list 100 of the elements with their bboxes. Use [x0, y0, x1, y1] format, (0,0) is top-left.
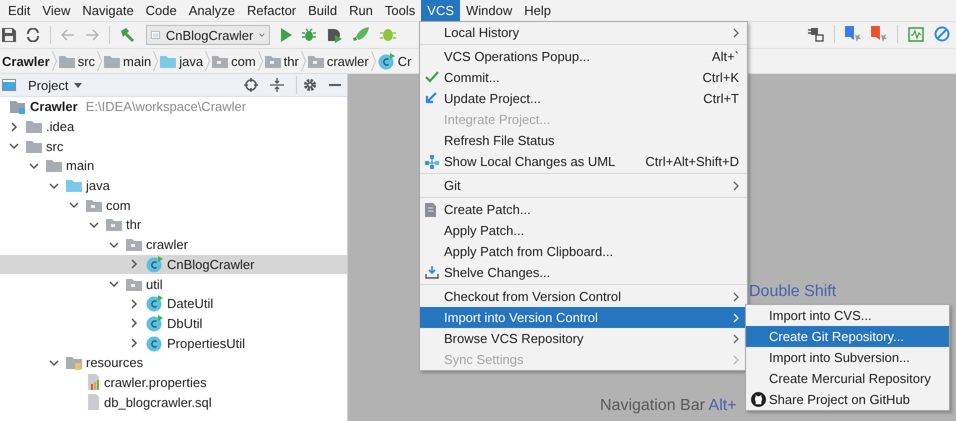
breadcrumb-item[interactable]: com: [210, 49, 258, 73]
menu-item[interactable]: Create Mercurial Repository: [746, 368, 949, 389]
tree-item[interactable]: DateUtil: [0, 294, 347, 314]
tree-item[interactable]: crawler.properties: [0, 372, 347, 392]
menu-item[interactable]: Edit: [2, 0, 36, 21]
coverage-icon[interactable]: [326, 28, 342, 42]
breadcrumb-item[interactable]: thr: [262, 49, 301, 73]
chevron-down-icon[interactable]: [49, 180, 59, 191]
menu-item[interactable]: Commit... Ctrl+K: [420, 67, 747, 88]
menu-item[interactable]: Local History: [420, 22, 747, 43]
menu-item[interactable]: Help: [518, 0, 558, 21]
tree-item[interactable]: Crawler E:\IDEA\workspace\Crawler: [0, 97, 347, 117]
chevron-down-icon[interactable]: [49, 358, 59, 368]
tree-item[interactable]: thr: [0, 215, 347, 235]
file-icon: [86, 394, 100, 410]
menu-item[interactable]: Update Project... Ctrl+T: [420, 88, 747, 109]
chevron-right-icon: [153, 50, 158, 72]
chevron-down-icon[interactable]: [89, 220, 99, 230]
tree-item[interactable]: util: [0, 274, 347, 294]
bug-icon[interactable]: [302, 28, 316, 42]
menu-item[interactable]: Apply Patch...: [420, 220, 747, 241]
tree-item[interactable]: .idea: [0, 116, 347, 136]
settings-icon[interactable]: [303, 78, 317, 92]
panel-title[interactable]: Project: [28, 78, 68, 92]
menu-item[interactable]: Shelve Changes...: [420, 262, 747, 283]
chevron-right-icon: [733, 292, 739, 302]
tree-item[interactable]: java: [0, 176, 347, 196]
run-icon[interactable]: [280, 28, 292, 42]
chevron-right-icon[interactable]: [129, 318, 139, 328]
breadcrumb-item[interactable]: src: [56, 49, 98, 73]
menu-item[interactable]: Apply Patch from Clipboard...: [420, 241, 747, 262]
chevron-right-icon: [733, 334, 739, 344]
no-sign-icon[interactable]: [934, 26, 950, 42]
menu-item[interactable]: VCS Operations Popup... Alt+`: [420, 46, 747, 67]
menu-item[interactable]: Build: [302, 0, 344, 21]
breadcrumb-item[interactable]: java: [158, 49, 206, 73]
menu-item[interactable]: Import into Version Control: [420, 307, 747, 328]
menu-item[interactable]: Checkout from Version Control: [420, 286, 747, 307]
menu-item[interactable]: Run: [343, 0, 379, 21]
tree-item-label: util: [146, 276, 163, 292]
tree-item[interactable]: CnBlogCrawler: [0, 254, 347, 274]
chevron-right-icon[interactable]: [129, 338, 139, 348]
class-icon: [146, 334, 163, 352]
properties-file-icon: [86, 374, 100, 390]
menu-item[interactable]: Create Patch...: [420, 199, 747, 220]
menu-item[interactable]: Git: [420, 175, 747, 196]
menu-item[interactable]: Code: [140, 0, 183, 21]
chevron-right-icon: [300, 50, 306, 72]
plug-icon[interactable]: [808, 26, 824, 42]
locate-icon[interactable]: [244, 78, 258, 92]
tree-item[interactable]: PropertiesUtil: [0, 333, 347, 353]
menu-item[interactable]: Import into Subversion...: [746, 347, 949, 368]
chevron-down-icon[interactable]: [9, 141, 19, 152]
run-configuration-dropdown[interactable]: CnBlogCrawler: [146, 25, 270, 45]
translate-icon[interactable]: [845, 26, 861, 42]
chevron-down-icon[interactable]: [69, 200, 79, 210]
breadcrumb-item[interactable]: Cr: [376, 49, 414, 73]
menu-item[interactable]: Share Project on GitHub: [746, 389, 949, 410]
folder-icon: [160, 54, 176, 68]
breadcrumb-item[interactable]: Crawler: [0, 49, 52, 73]
breadcrumb-item[interactable]: main: [102, 49, 154, 73]
menu-item[interactable]: Refactor: [241, 0, 302, 21]
menu-item[interactable]: VCS: [421, 0, 460, 21]
tree-item[interactable]: DbUtil: [0, 314, 347, 334]
caret-icon[interactable]: [74, 82, 82, 88]
tree-item[interactable]: com: [0, 195, 347, 216]
tree-item[interactable]: crawler: [0, 234, 347, 254]
chevron-right-icon[interactable]: [129, 259, 139, 270]
hammer-icon[interactable]: [120, 28, 136, 42]
package-folder-icon: [308, 54, 324, 68]
menu-item[interactable]: Refresh File Status: [420, 130, 747, 151]
menu-item[interactable]: Import into CVS...: [746, 305, 949, 326]
sync-icon[interactable]: [26, 28, 40, 42]
chevron-right-icon[interactable]: [129, 298, 139, 309]
chevron-right-icon: [370, 50, 376, 72]
menu-item[interactable]: Tools: [378, 0, 422, 21]
chevron-down-icon[interactable]: [109, 240, 119, 250]
tree-item[interactable]: db_blogcrawler.sql: [0, 392, 347, 412]
activity-monitor-icon[interactable]: [908, 26, 924, 42]
tree-item[interactable]: resources: [0, 352, 347, 373]
menu-item[interactable]: Browse VCS Repository: [420, 328, 747, 349]
menu-item[interactable]: Show Local Changes as UML Ctrl+Alt+Shift+D: [420, 151, 747, 172]
translate-icon[interactable]: [871, 26, 887, 42]
chevron-right-icon[interactable]: [9, 122, 19, 132]
tree-item[interactable]: src: [0, 136, 347, 156]
menu-item[interactable]: Create Git Repository...: [746, 326, 949, 347]
tray-icon: [425, 266, 439, 279]
tree-item[interactable]: main: [0, 156, 347, 176]
tree-item-label: DateUtil: [167, 296, 214, 312]
chevron-down-icon[interactable]: [29, 160, 39, 171]
menu-item[interactable]: Analyze: [182, 0, 241, 21]
breadcrumb-item[interactable]: crawler: [306, 49, 371, 73]
chevron-down-icon[interactable]: [109, 279, 119, 290]
menu-item[interactable]: Window: [460, 0, 518, 21]
collapse-all-icon[interactable]: [270, 78, 284, 92]
folder-icon: [26, 140, 42, 153]
save-icon[interactable]: [2, 28, 16, 42]
menu-item[interactable]: Navigate: [76, 0, 140, 21]
rocket-icon[interactable]: [352, 27, 370, 43]
menu-item[interactable]: View: [36, 0, 76, 21]
